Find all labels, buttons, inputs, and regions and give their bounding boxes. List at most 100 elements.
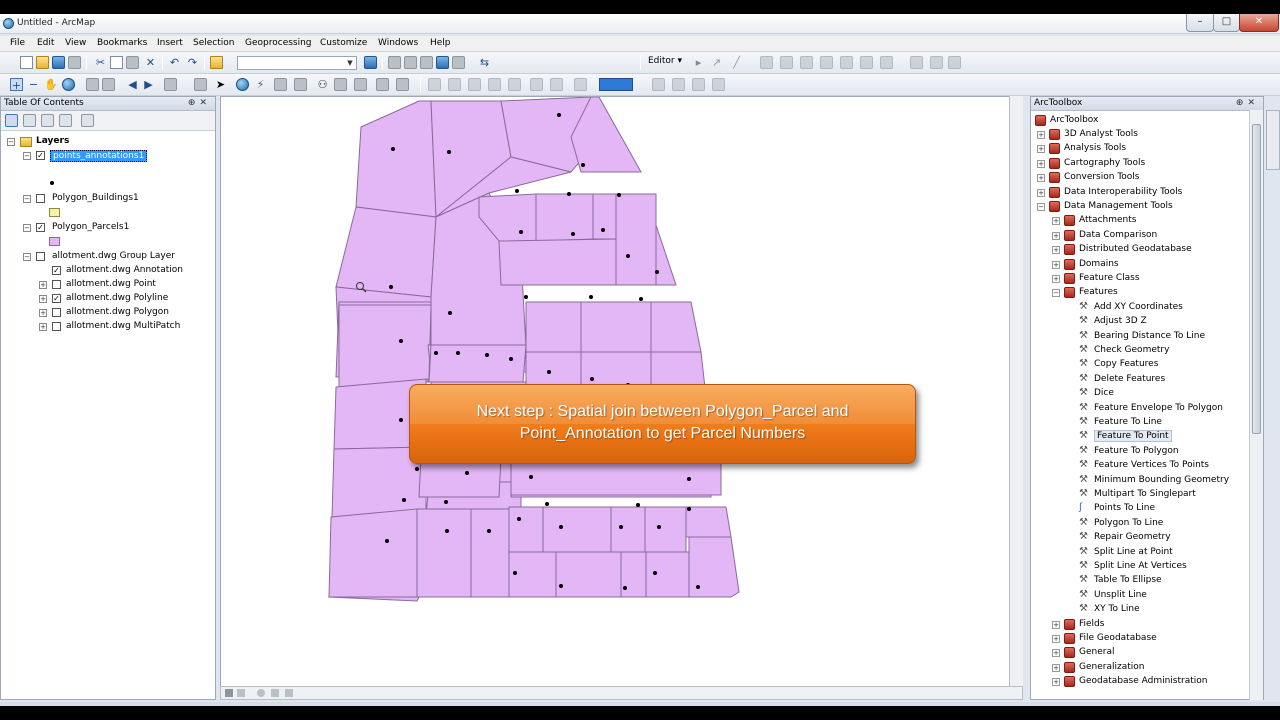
list-by-visibility-icon[interactable] <box>41 114 54 127</box>
draw-tool-4-icon[interactable] <box>712 78 725 91</box>
chevron-down-icon[interactable]: ▼ <box>345 58 355 68</box>
menu-geoprocessing[interactable]: Geoprocessing <box>245 38 312 48</box>
forward-arrow-icon[interactable]: ▶ <box>142 78 155 91</box>
time-slider-icon[interactable] <box>376 78 389 91</box>
expand-icon[interactable]: + <box>1037 145 1045 153</box>
layout-view-icon[interactable] <box>225 689 233 697</box>
go-to-xy-icon[interactable] <box>354 78 367 91</box>
toolbox-item[interactable]: ⚒ Check Geometry <box>1067 344 1251 358</box>
menu-windows[interactable]: Windows <box>378 38 418 48</box>
maximize-button[interactable]: □ <box>1213 14 1240 32</box>
layer-visibility-checkbox[interactable] <box>52 322 61 331</box>
list-by-selection-icon[interactable] <box>59 114 72 127</box>
toolbox-item[interactable]: ⚒ Adjust 3D Z <box>1067 315 1251 329</box>
map-vertical-scrollbar[interactable] <box>1009 96 1023 686</box>
pan-hand-icon[interactable]: ✋ <box>44 78 58 91</box>
toolbox-item[interactable]: − Features <box>1052 286 1251 300</box>
add-data-icon[interactable] <box>210 56 223 69</box>
create-features-icon[interactable] <box>910 56 923 69</box>
close-button[interactable]: ✕ <box>1239 14 1279 32</box>
list-by-source-icon[interactable] <box>23 114 36 127</box>
toolbox-item[interactable]: ⚒ Unsplit Line <box>1067 589 1251 603</box>
toc-row-dwg-point[interactable]: + allotment.dwg Point <box>39 279 214 292</box>
toolbox-item[interactable]: ⚒ Polygon To Line <box>1067 517 1251 531</box>
zoom-out-icon[interactable]: − <box>27 78 40 91</box>
measure-icon[interactable] <box>294 78 307 91</box>
toolbox-item[interactable]: ⚒ Delete Features <box>1067 373 1251 387</box>
straight-segment-icon[interactable]: ╱ <box>730 56 743 69</box>
print-icon[interactable] <box>68 56 81 69</box>
toolbox-root[interactable]: ArcToolbox <box>1033 114 1253 128</box>
collapse-icon[interactable]: − <box>23 195 31 203</box>
open-folder-icon[interactable] <box>36 56 49 69</box>
menu-view[interactable]: View <box>65 38 86 48</box>
expand-icon[interactable]: + <box>1052 621 1060 629</box>
edit-toolbar-option-icon[interactable] <box>930 56 943 69</box>
find-route-icon[interactable] <box>334 78 347 91</box>
edit-annotation-icon[interactable]: ↗ <box>710 56 723 69</box>
toc-row-dwg-multipatch[interactable]: + allotment.dwg MultiPatch <box>39 321 214 334</box>
hyperlink-icon[interactable]: ⚡ <box>254 78 267 91</box>
toolbox-item[interactable]: ʃ Points To Line <box>1067 502 1251 516</box>
expand-icon[interactable]: + <box>1037 160 1045 168</box>
collapse-icon[interactable]: − <box>23 253 31 261</box>
fill-color-swatch[interactable] <box>599 78 633 91</box>
paste-icon[interactable] <box>126 56 139 69</box>
cut-icon[interactable]: ✂ <box>94 56 107 69</box>
toc-row-polygon-buildings[interactable]: − Polygon_Buildings1 <box>23 193 213 206</box>
toolbox-item[interactable]: + Analysis Tools <box>1037 142 1251 156</box>
identify-icon[interactable] <box>236 78 249 91</box>
georef-tool-3-icon[interactable] <box>468 78 481 91</box>
expand-icon[interactable]: + <box>39 309 47 317</box>
menu-customize[interactable]: Customize <box>320 38 367 48</box>
expand-icon[interactable]: + <box>39 295 47 303</box>
catalog-icon[interactable] <box>404 56 417 69</box>
georef-tool-1-icon[interactable] <box>428 78 441 91</box>
draw-tool-2-icon[interactable] <box>672 78 685 91</box>
toc-row-layers[interactable]: − Layers <box>7 136 207 149</box>
toolbox-item[interactable]: ⚒ Feature Vertices To Points <box>1067 459 1251 473</box>
expand-icon[interactable]: + <box>1037 174 1045 182</box>
expand-icon[interactable]: + <box>1052 246 1060 254</box>
attributes-icon[interactable] <box>860 56 873 69</box>
list-by-drawing-order-icon[interactable] <box>5 114 18 127</box>
toc-options-icon[interactable] <box>81 114 94 127</box>
sketch-properties-icon[interactable] <box>880 56 893 69</box>
catalog-side-tab[interactable] <box>1266 110 1280 170</box>
toolbox-item[interactable]: + Domains <box>1052 258 1251 272</box>
expand-icon[interactable]: + <box>39 281 47 289</box>
select-elements-icon[interactable]: ➤ <box>214 78 227 91</box>
menu-help[interactable]: Help <box>430 38 451 48</box>
toc-row-polygon-parcels[interactable]: − ✓ Polygon_Parcels1 <box>23 222 213 235</box>
toolbox-item[interactable]: ⚒ Feature To Polygon <box>1067 445 1251 459</box>
toolbox-item[interactable]: + Distributed Geodatabase <box>1052 243 1251 257</box>
toolbox-item[interactable]: ⚒ Split Line At Vertices <box>1067 560 1251 574</box>
toolbox-item[interactable]: + Generalization <box>1052 661 1251 675</box>
expand-icon[interactable]: + <box>1052 217 1060 225</box>
toolbox-item[interactable]: ⚒ XY To Line <box>1067 603 1251 617</box>
toolbox-item[interactable]: ⚒ Add XY Coordinates <box>1067 301 1251 315</box>
delete-icon[interactable]: ✕ <box>144 56 157 69</box>
undo-icon[interactable]: ↶ <box>168 56 181 69</box>
expand-icon[interactable]: + <box>1052 678 1060 686</box>
menu-selection[interactable]: Selection <box>193 38 234 48</box>
collapse-icon[interactable]: − <box>7 138 15 146</box>
map-horizontal-scrollbar[interactable] <box>220 686 1023 700</box>
toolbox-item[interactable]: ⚒ Feature Envelope To Polygon <box>1067 402 1251 416</box>
toolbox-item[interactable]: + Feature Class <box>1052 272 1251 286</box>
georef-tool-2-icon[interactable] <box>448 78 461 91</box>
toolbox-item[interactable]: ⚒ Repair Geometry <box>1067 531 1251 545</box>
menu-edit[interactable]: Edit <box>37 38 54 48</box>
zoom-in-icon[interactable]: + <box>10 78 23 92</box>
data-view-icon[interactable] <box>237 689 245 697</box>
toolbox-item[interactable]: + File Geodatabase <box>1052 632 1251 646</box>
toolbox-item[interactable]: + Data Comparison <box>1052 229 1251 243</box>
collapse-icon[interactable]: − <box>1052 289 1060 297</box>
menu-file[interactable]: File <box>10 38 25 48</box>
layer-visibility-checkbox[interactable]: ✓ <box>52 266 61 275</box>
collapse-icon[interactable]: − <box>23 152 31 160</box>
panel-controls[interactable]: ⊕✕ <box>1236 98 1259 108</box>
editor-toolbar-icon[interactable] <box>364 56 377 69</box>
layer-visibility-checkbox[interactable]: ✓ <box>36 151 45 160</box>
back-arrow-icon[interactable]: ◀ <box>126 78 139 91</box>
